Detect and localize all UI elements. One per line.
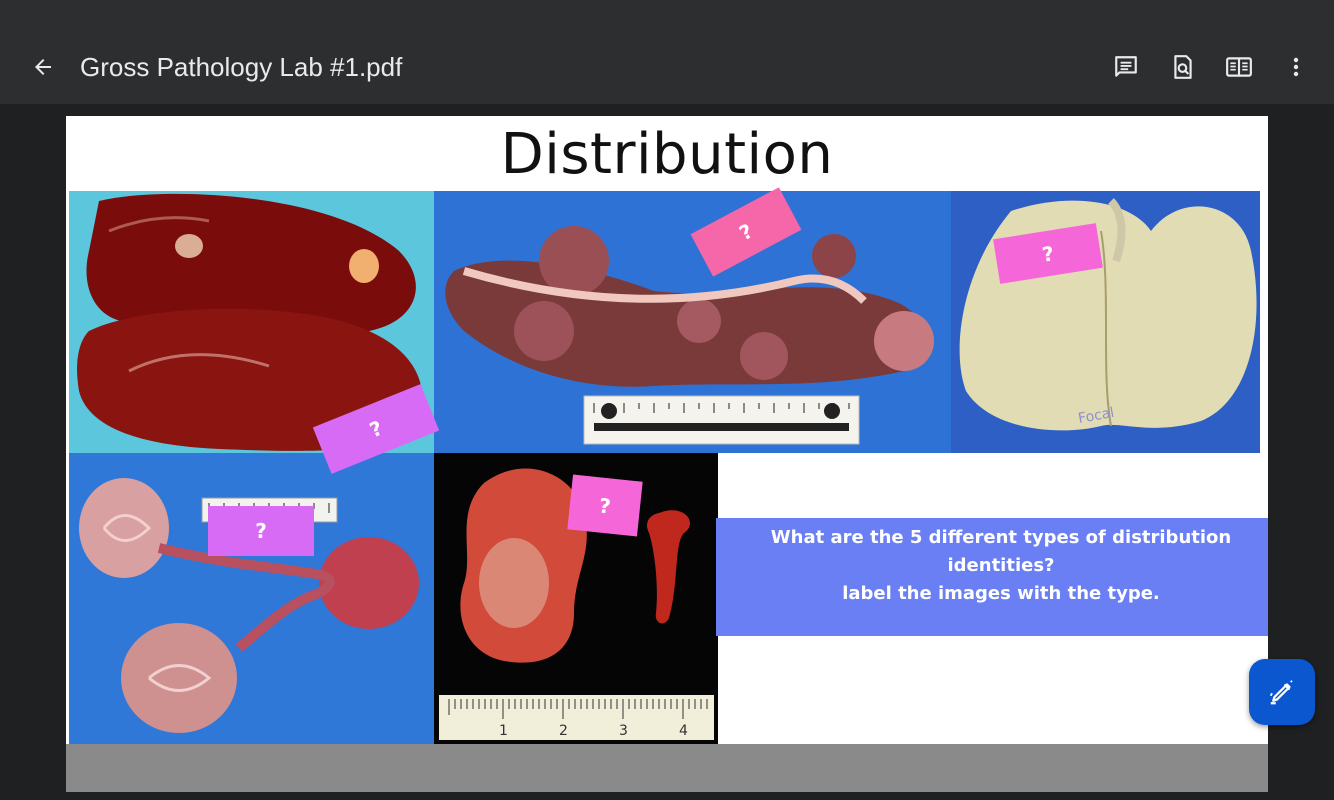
edit-pen-icon <box>1269 680 1293 705</box>
annotate-button[interactable] <box>1249 659 1315 725</box>
ruler-number-4: 4 <box>679 723 688 739</box>
comment-icon <box>1115 56 1137 77</box>
instruction-line-1: What are the 5 different types of distri… <box>770 527 1232 576</box>
instruction-line-2: label the images with the type. <box>842 583 1160 604</box>
more-options-button[interactable] <box>1279 50 1313 84</box>
more-vert-icon <box>1293 57 1299 77</box>
top-app-bar: Gross Pathology Lab #1.pdf <box>0 0 1334 104</box>
ruler-number-3: 3 <box>619 723 628 739</box>
label-box-5[interactable]: ? <box>567 474 643 537</box>
reading-mode-icon <box>1226 57 1252 77</box>
page-bottom-overlay <box>66 744 1268 792</box>
photo-liver-focal: Focal <box>951 191 1260 453</box>
ruler-number-2: 2 <box>559 723 568 739</box>
pdf-page[interactable]: Distribution Focal 1 2 3 4 ? ? ? ? ? Wha… <box>66 116 1268 744</box>
instruction-mnemonic: "Fish Multiply Differently with Uni-Brow… <box>788 637 1214 658</box>
slide-title: Distribution <box>500 122 834 187</box>
comment-button[interactable] <box>1109 50 1143 84</box>
instruction-box: What are the 5 different types of distri… <box>716 518 1268 658</box>
reading-mode-button[interactable] <box>1222 50 1256 84</box>
photo-kidneys-blue <box>69 453 434 744</box>
label-box-4[interactable]: ? <box>208 506 314 556</box>
photo-intestine-blue <box>434 191 951 453</box>
back-arrow-icon <box>35 59 51 75</box>
ruler-number-1: 1 <box>499 723 508 739</box>
find-in-page-button[interactable] <box>1166 50 1200 84</box>
document-title: Gross Pathology Lab #1.pdf <box>80 52 403 82</box>
back-button[interactable] <box>26 50 60 84</box>
find-in-page-icon <box>1174 55 1192 79</box>
